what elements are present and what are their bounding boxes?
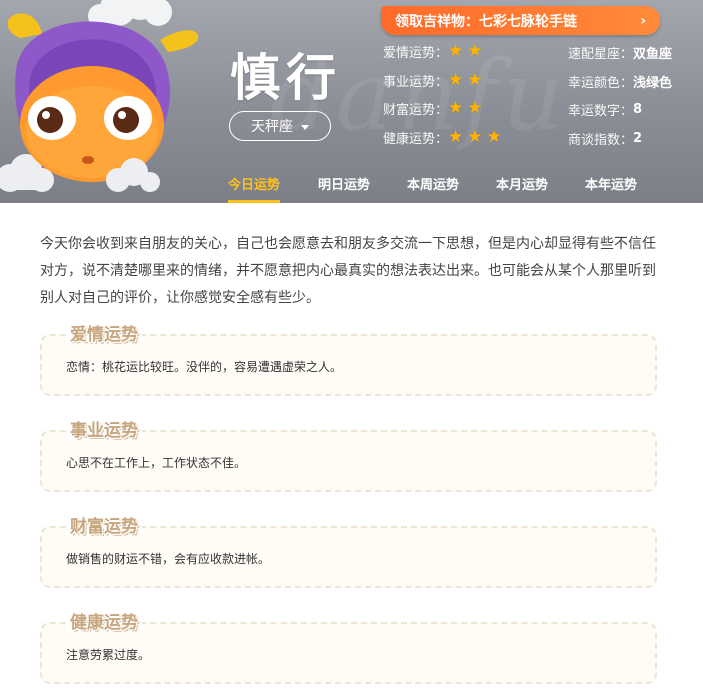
section-card-career: 事业运势 心思不在工作上，工作状态不佳。: [40, 416, 657, 492]
fact-value: 双鱼座: [633, 47, 673, 62]
mascot-banner-label: 领取吉祥物：七彩七脉轮手链: [395, 13, 577, 30]
fact-negotiation-index: 商谈指数： 2: [568, 129, 642, 148]
star-icon: ★: [467, 98, 483, 118]
fact-value: 2: [633, 131, 643, 146]
intro-paragraph: 今天你会收到来自朋友的关心，自己也会愿意去和朋友多交流一下思想，但是内心却显得有…: [40, 236, 656, 306]
tab-tomorrow[interactable]: 明日运势: [318, 174, 370, 203]
section-title: 财富运势: [66, 512, 142, 537]
fortune-row-health: 健康运势： ★ ★ ★: [383, 127, 506, 148]
fact-value: 浅绿色: [633, 76, 673, 91]
tab-week[interactable]: 本周运势: [407, 174, 459, 203]
star-icon: ★: [448, 98, 464, 118]
star-icon: ★: [467, 41, 483, 61]
section-text: 恋情：桃花运比较旺。没伴的，容易遭遇虚荣之人。: [66, 360, 343, 374]
chevron-right-icon: ›: [640, 13, 646, 29]
fact-label: 幸运颜色：: [568, 76, 634, 91]
mascot-banner-button[interactable]: 领取吉祥物：七彩七脉轮手链 ›: [381, 6, 660, 35]
fortune-row-wealth: 财富运势： ★ ★: [383, 98, 487, 119]
header: danfu 慎行 天秤座 领取吉祥物：七彩七脉轮手链 › 爱情运势： ★ ★ 事…: [0, 0, 703, 203]
section-text: 做销售的财运不错，会有应收款进帐。: [66, 552, 271, 566]
star-icon: ★: [448, 41, 464, 61]
fact-lucky-color: 幸运颜色： 浅绿色: [568, 72, 672, 91]
section-card-wealth: 财富运势 做销售的财运不错，会有应收款进帐。: [40, 512, 657, 588]
tab-year[interactable]: 本年运势: [585, 174, 637, 203]
section-title: 事业运势: [66, 416, 142, 441]
page-title: 慎行: [230, 49, 342, 107]
fortune-row-career: 事业运势： ★ ★: [383, 70, 487, 91]
fact-label: 速配星座：: [568, 47, 634, 62]
zodiac-select-value: 天秤座: [251, 119, 293, 135]
star-icon: ★: [467, 70, 483, 90]
section-card-love: 爱情运势 恋情：桃花运比较旺。没伴的，容易遭遇虚荣之人。: [40, 320, 657, 396]
fortune-row-love: 爱情运势： ★ ★: [383, 41, 487, 62]
fact-value: 8: [633, 102, 643, 117]
tab-today[interactable]: 今日运势: [228, 174, 281, 203]
star-icon: ★: [448, 127, 464, 147]
section-title: 爱情运势: [66, 320, 142, 345]
star-icon: ★: [486, 127, 502, 147]
fact-match-sign: 速配星座： 双鱼座: [568, 43, 672, 62]
star-icon: ★: [467, 127, 483, 147]
mascot-illustration: [0, 0, 199, 192]
zodiac-select[interactable]: 天秤座: [229, 111, 331, 141]
section-card-health: 健康运势 注意劳累过度。: [40, 608, 657, 684]
fact-label: 幸运数字：: [568, 104, 634, 119]
fortune-label: 财富运势：: [383, 103, 449, 118]
fortune-label: 事业运势：: [383, 75, 449, 90]
fact-label: 商谈指数：: [568, 133, 634, 148]
fortune-label: 爱情运势：: [383, 46, 449, 61]
tab-month[interactable]: 本月运势: [496, 174, 548, 203]
section-title: 健康运势: [66, 608, 142, 633]
section-text: 注意劳累过度。: [66, 648, 151, 662]
chevron-down-icon: [301, 124, 309, 130]
section-text: 心思不在工作上，工作状态不佳。: [66, 456, 247, 470]
fact-lucky-number: 幸运数字： 8: [568, 100, 642, 119]
fortune-label: 健康运势：: [383, 132, 449, 147]
star-icon: ★: [448, 70, 464, 90]
